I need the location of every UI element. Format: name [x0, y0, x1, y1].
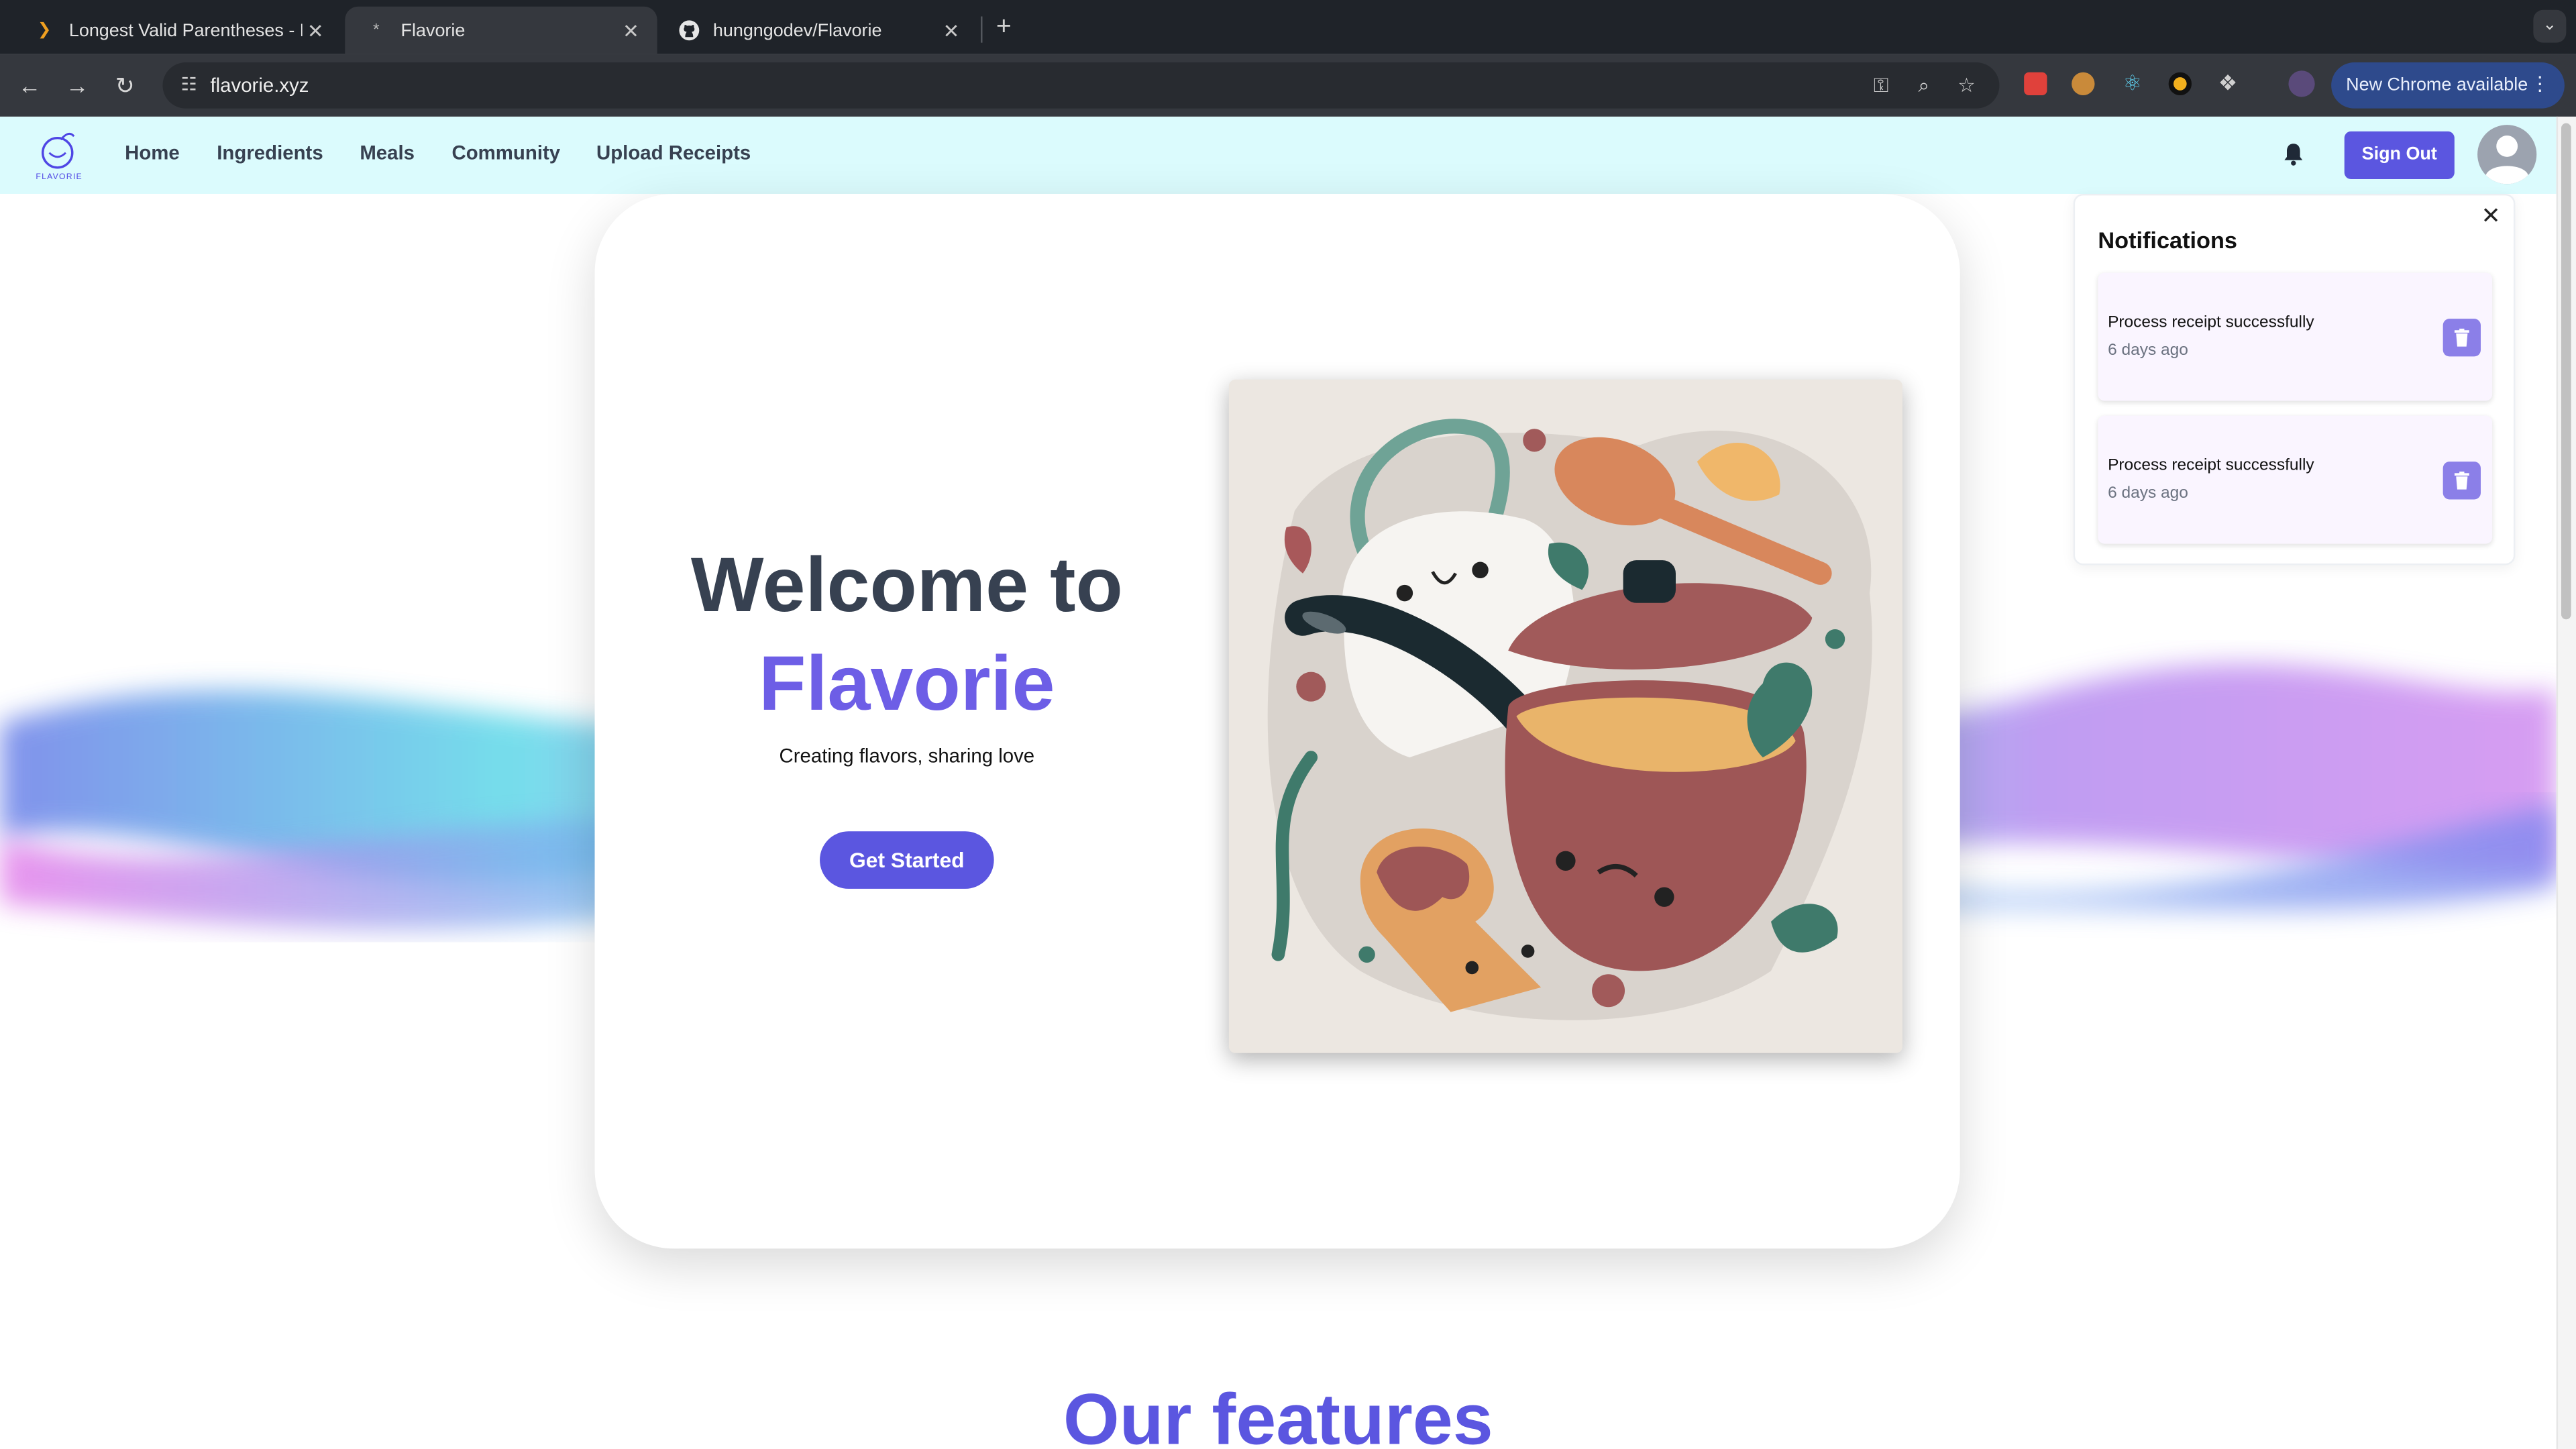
get-started-button[interactable]: Get Started: [820, 831, 994, 889]
hero-card: Welcome to Flavorie Creating flavors, sh…: [594, 193, 1960, 1249]
tab-leetcode[interactable]: ❯ Longest Valid Parentheses - L ✕: [13, 7, 342, 54]
notification-message: Process receipt successfully: [2108, 313, 2314, 332]
tab-flavorie[interactable]: * Flavorie ✕: [345, 6, 657, 54]
close-tab-icon[interactable]: ✕: [303, 19, 329, 42]
password-key-icon[interactable]: ⚿: [1868, 72, 1894, 99]
leetcode-icon: ❯: [37, 21, 52, 40]
nav-home[interactable]: Home: [125, 142, 180, 164]
nav-meals[interactable]: Meals: [360, 142, 415, 164]
notification-item[interactable]: Process receipt successfully 6 days ago: [2098, 415, 2493, 544]
github-icon: [677, 19, 700, 42]
notifications-panel: ✕ Notifications Process receipt successf…: [2073, 193, 2516, 566]
flavorie-icon: *: [373, 21, 380, 40]
url-text[interactable]: flavorie.xyz: [210, 74, 309, 97]
back-icon[interactable]: ←: [13, 69, 46, 102]
nav-upload-receipts[interactable]: Upload Receipts: [596, 142, 751, 164]
notification-message: Process receipt successfully: [2108, 456, 2314, 475]
hero-tagline: Creating flavors, sharing love: [779, 744, 1035, 767]
bell-icon[interactable]: [2280, 142, 2306, 168]
react-devtools-icon[interactable]: ⚛: [2121, 72, 2144, 95]
features-heading: Our features: [1063, 1380, 1493, 1449]
tab-separator: [981, 16, 983, 43]
hero-title-brand: Flavorie: [759, 639, 1055, 727]
tab-title: Longest Valid Parentheses - L: [68, 20, 303, 41]
notifications-title: Notifications: [2098, 226, 2238, 254]
extensions-puzzle-icon[interactable]: ❖: [2216, 72, 2239, 95]
address-bar[interactable]: ☷ flavorie.xyz ⚿ ⌕ ☆: [162, 62, 2000, 109]
browser-toolbar: ← → ↻ ☷ flavorie.xyz ⚿ ⌕ ☆ ⚛ ❖ New Chrom…: [0, 54, 2576, 117]
notification-item[interactable]: Process receipt successfully 6 days ago: [2098, 272, 2493, 401]
browser-tab-strip: ❯ Longest Valid Parentheses - L ✕ * Flav…: [0, 0, 2576, 54]
tab-search-icon[interactable]: ⌄: [2533, 9, 2567, 43]
extension-red-icon[interactable]: [2024, 72, 2047, 96]
user-avatar[interactable]: [2477, 125, 2537, 184]
forward-icon[interactable]: →: [61, 69, 94, 102]
cooking-illustration: [1228, 379, 1902, 1053]
extension-yellow-icon[interactable]: [2168, 72, 2192, 96]
delete-icon[interactable]: [2443, 319, 2481, 357]
nav-ingredients[interactable]: Ingredients: [217, 142, 323, 164]
tab-title: Flavorie: [400, 20, 466, 41]
reload-icon[interactable]: ↻: [109, 69, 142, 102]
notification-time: 6 days ago: [2108, 341, 2188, 360]
close-tab-icon[interactable]: ✕: [938, 19, 964, 42]
site-settings-icon[interactable]: ☷: [176, 72, 202, 99]
flavorie-logo[interactable]: FLAVORIE: [30, 127, 89, 186]
chrome-menu-icon[interactable]: ⋮: [2530, 72, 2549, 95]
notification-time: 6 days ago: [2108, 484, 2188, 503]
nav-community[interactable]: Community: [451, 142, 560, 164]
profile-avatar[interactable]: [2288, 70, 2315, 97]
sign-out-button[interactable]: Sign Out: [2344, 131, 2455, 179]
bookmark-star-icon[interactable]: ☆: [1953, 72, 1980, 99]
logo-text: FLAVORIE: [36, 172, 83, 182]
delete-icon[interactable]: [2443, 462, 2481, 500]
page-scrollbar[interactable]: [2556, 116, 2576, 1449]
app-header: FLAVORIE Home Ingredients Meals Communit…: [0, 116, 2557, 194]
zoom-icon[interactable]: ⌕: [1911, 72, 1937, 99]
close-tab-icon[interactable]: ✕: [618, 19, 644, 42]
cookie-extension-icon[interactable]: [2072, 72, 2095, 96]
new-tab-icon[interactable]: +: [989, 13, 1018, 43]
tab-github[interactable]: hungngodev/Flavorie ✕: [657, 7, 978, 54]
scrollbar-thumb[interactable]: [2561, 123, 2571, 620]
tab-title: hungngodev/Flavorie: [712, 20, 882, 41]
close-icon[interactable]: ✕: [2481, 202, 2501, 230]
hero-title: Welcome to: [690, 540, 1123, 628]
new-chrome-label: New Chrome available: [2346, 75, 2528, 96]
new-chrome-button[interactable]: New Chrome available ⋮: [2331, 62, 2565, 109]
